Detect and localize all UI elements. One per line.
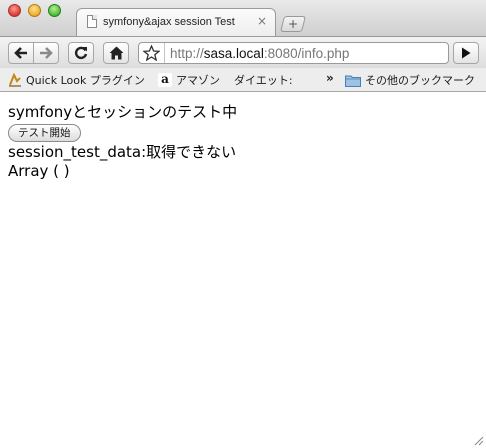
address-bar[interactable]: http://sasa.local:8080/info.php bbox=[138, 42, 449, 64]
folder-icon bbox=[345, 75, 361, 87]
reload-icon bbox=[74, 46, 88, 60]
bookmark-label: アマゾン bbox=[176, 74, 220, 87]
bookmark-quicklook[interactable]: Quick Look プラグイン bbox=[8, 72, 145, 88]
array-output-text: Array ( ) bbox=[8, 162, 70, 180]
amazon-icon: a bbox=[158, 73, 172, 87]
page-content: symfonyとセッションのテスト中 テスト開始 session_test_da… bbox=[0, 93, 486, 448]
forward-button[interactable] bbox=[33, 42, 59, 64]
other-bookmarks-folder[interactable]: その他のブックマーク bbox=[345, 72, 475, 88]
bookmark-diet[interactable]: ダイエット: bbox=[234, 72, 293, 88]
home-icon bbox=[109, 46, 123, 60]
url-host: sasa.local bbox=[203, 46, 264, 61]
browser-toolbar: http://sasa.local:8080/info.php bbox=[0, 36, 486, 68]
window-titlebar: symfony&ajax session Test × + bbox=[0, 0, 486, 36]
start-test-button[interactable]: テスト開始 bbox=[8, 124, 81, 142]
tab-active[interactable]: symfony&ajax session Test × bbox=[76, 8, 276, 36]
arrow-left-icon bbox=[14, 47, 27, 59]
star-icon[interactable] bbox=[143, 45, 160, 61]
url-path: :8080/info.php bbox=[263, 46, 350, 61]
home-button[interactable] bbox=[103, 42, 129, 64]
back-button[interactable] bbox=[8, 42, 34, 64]
tab-close-icon[interactable]: × bbox=[257, 14, 267, 28]
bookmark-amazon[interactable]: a アマゾン bbox=[158, 72, 220, 88]
page-heading: symfonyとセッションのテスト中 bbox=[8, 103, 238, 121]
arrow-right-icon bbox=[40, 47, 53, 59]
window-close-button[interactable] bbox=[8, 4, 21, 17]
page-icon bbox=[87, 15, 97, 28]
address-divider bbox=[164, 43, 165, 63]
play-icon bbox=[462, 47, 471, 59]
bookmark-label: ダイエット: bbox=[234, 74, 293, 87]
tab-title: symfony&ajax session Test bbox=[103, 16, 235, 28]
plus-icon: + bbox=[287, 17, 299, 31]
new-tab-button[interactable]: + bbox=[280, 16, 306, 32]
bookmarks-overflow-chevron-icon[interactable]: » bbox=[326, 70, 334, 86]
bookmark-label: Quick Look プラグイン bbox=[26, 74, 145, 87]
url-scheme: http:// bbox=[170, 46, 204, 61]
window-minimize-button[interactable] bbox=[28, 4, 41, 17]
resize-grip-icon[interactable] bbox=[474, 436, 484, 446]
url-text[interactable]: http://sasa.local:8080/info.php bbox=[170, 46, 349, 61]
bookmarks-bar: Quick Look プラグイン a アマゾン ダイエット: » その他のブック… bbox=[0, 68, 486, 92]
go-button[interactable] bbox=[453, 42, 479, 64]
quicklook-icon bbox=[9, 73, 21, 87]
window-maximize-button[interactable] bbox=[48, 4, 61, 17]
session-status-text: session_test_data:取得できない bbox=[8, 143, 237, 161]
reload-button[interactable] bbox=[68, 42, 94, 64]
bookmark-label: その他のブックマーク bbox=[365, 74, 475, 87]
